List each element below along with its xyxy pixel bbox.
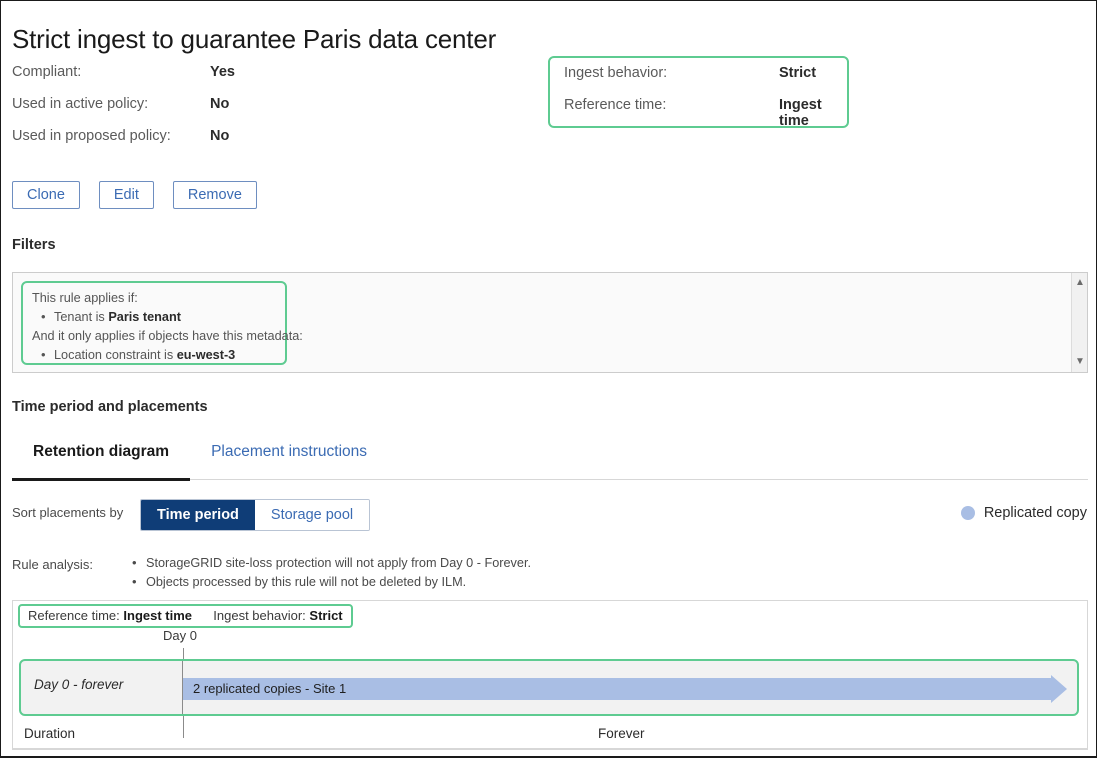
reference-time-label: Reference time: — [564, 97, 667, 113]
chevron-up-icon[interactable]: ▲ — [1072, 275, 1088, 291]
summary-value: Yes — [210, 64, 235, 80]
summary-row-active-policy: Used in active policy: No — [12, 96, 342, 128]
remove-button[interactable]: Remove — [172, 181, 257, 209]
summary-label: Compliant: — [12, 64, 82, 80]
diagram-header-badge: Reference time: Ingest time Ingest behav… — [18, 604, 353, 628]
time-period-row: Day 0 - forever 2 replicated copies - Si… — [19, 659, 1079, 716]
reference-time-row: Reference time: Ingest time — [564, 97, 833, 129]
diagram-bottom-divider — [13, 748, 1087, 749]
filter-criterion-prefix: Location constraint is — [54, 348, 177, 362]
action-button-group: Clone Edit Remove — [12, 181, 257, 209]
time-period-heading: Time period and placements — [12, 399, 208, 415]
summary-row-compliant: Compliant: Yes — [12, 64, 342, 96]
reference-time-value: Ingest time — [779, 97, 822, 129]
legend-label-replicated-copy: Replicated copy — [983, 505, 1087, 521]
rule-analysis-list: StorageGRID site-loss protection will no… — [130, 553, 531, 592]
summary-label: Used in active policy: — [12, 96, 149, 112]
filter-criterion-prefix: Tenant is — [54, 310, 109, 324]
forever-arrow-icon — [1051, 675, 1067, 703]
duration-axis-label: Duration — [24, 726, 76, 741]
filter-criterion-tenant: Tenant is Paris tenant — [32, 307, 276, 327]
diagram-legend: Replicated copy — [960, 505, 1087, 521]
sort-option-storage-pool[interactable]: Storage pool — [254, 500, 370, 530]
summary-value: No — [210, 128, 230, 144]
ilm-rule-details-page: Strict ingest to guarantee Paris data ce… — [0, 0, 1097, 758]
axis-tick-forever: Forever — [598, 726, 645, 741]
filter-intro-text: This rule applies if: — [32, 291, 138, 305]
filter-criteria-box: This rule applies if: Tenant is Paris te… — [21, 281, 303, 365]
edit-button[interactable]: Edit — [98, 181, 154, 209]
rule-analysis-label: Rule analysis: — [12, 557, 93, 572]
filter-metadata-intro: And it only applies if objects have this… — [32, 329, 303, 343]
summary-row-proposed-policy: Used in proposed policy: No — [12, 128, 342, 160]
sort-and-legend-row: Sort placements by Time period Storage p… — [12, 499, 1088, 533]
replicated-copy-swatch-icon — [960, 506, 975, 520]
filter-criterion-value: Paris tenant — [108, 310, 181, 324]
rule-summary: Compliant: Yes Used in active policy: No… — [12, 64, 342, 160]
clone-button[interactable]: Clone — [12, 181, 80, 209]
summary-label: Used in proposed policy: — [12, 128, 171, 144]
retention-diagram: Reference time: Ingest time Ingest behav… — [12, 600, 1088, 750]
diagram-reference-time-label: Reference time: — [28, 608, 120, 623]
tab-bar: Retention diagram Placement instructions — [12, 441, 1088, 481]
rule-analysis-item: StorageGRID site-loss protection will no… — [130, 553, 531, 573]
diagram-ingest-behavior-value: Strict — [309, 608, 343, 623]
sort-placements-label: Sort placements by — [12, 505, 124, 520]
tab-placement-instructions[interactable]: Placement instructions — [190, 443, 388, 481]
placement-bar: 2 replicated copies - Site 1 — [183, 678, 1051, 700]
diagram-reference-time-value: Ingest time — [123, 608, 193, 623]
tab-retention-diagram[interactable]: Retention diagram — [12, 443, 191, 481]
diagram-ingest-behavior-label: Ingest behavior: — [213, 608, 306, 623]
filter-criterion-location: Location constraint is eu-west-3 — [32, 345, 276, 365]
ingest-behavior-value: Strict — [779, 65, 817, 81]
axis-tick-day-0: Day 0 — [163, 628, 197, 643]
ingest-behavior-label: Ingest behavior: — [564, 65, 668, 81]
filters-heading: Filters — [12, 237, 56, 253]
filters-panel: This rule applies if: Tenant is Paris te… — [12, 272, 1088, 373]
summary-value: No — [210, 96, 230, 112]
rule-analysis-item: Objects processed by this rule will not … — [130, 572, 531, 592]
time-period-label: Day 0 - forever — [34, 677, 124, 692]
sort-option-time-period[interactable]: Time period — [141, 500, 255, 530]
page-title: Strict ingest to guarantee Paris data ce… — [12, 24, 497, 55]
chevron-down-icon[interactable]: ▼ — [1072, 354, 1088, 370]
ingest-behavior-row: Ingest behavior: Strict — [564, 65, 833, 97]
sort-placements-toggle-group: Time period Storage pool — [140, 499, 371, 531]
filter-criterion-value: eu-west-3 — [176, 348, 236, 362]
filters-vertical-scrollbar[interactable]: ▲ ▼ — [1071, 273, 1087, 372]
ingest-behavior-panel: Ingest behavior: Strict Reference time: … — [548, 56, 849, 129]
